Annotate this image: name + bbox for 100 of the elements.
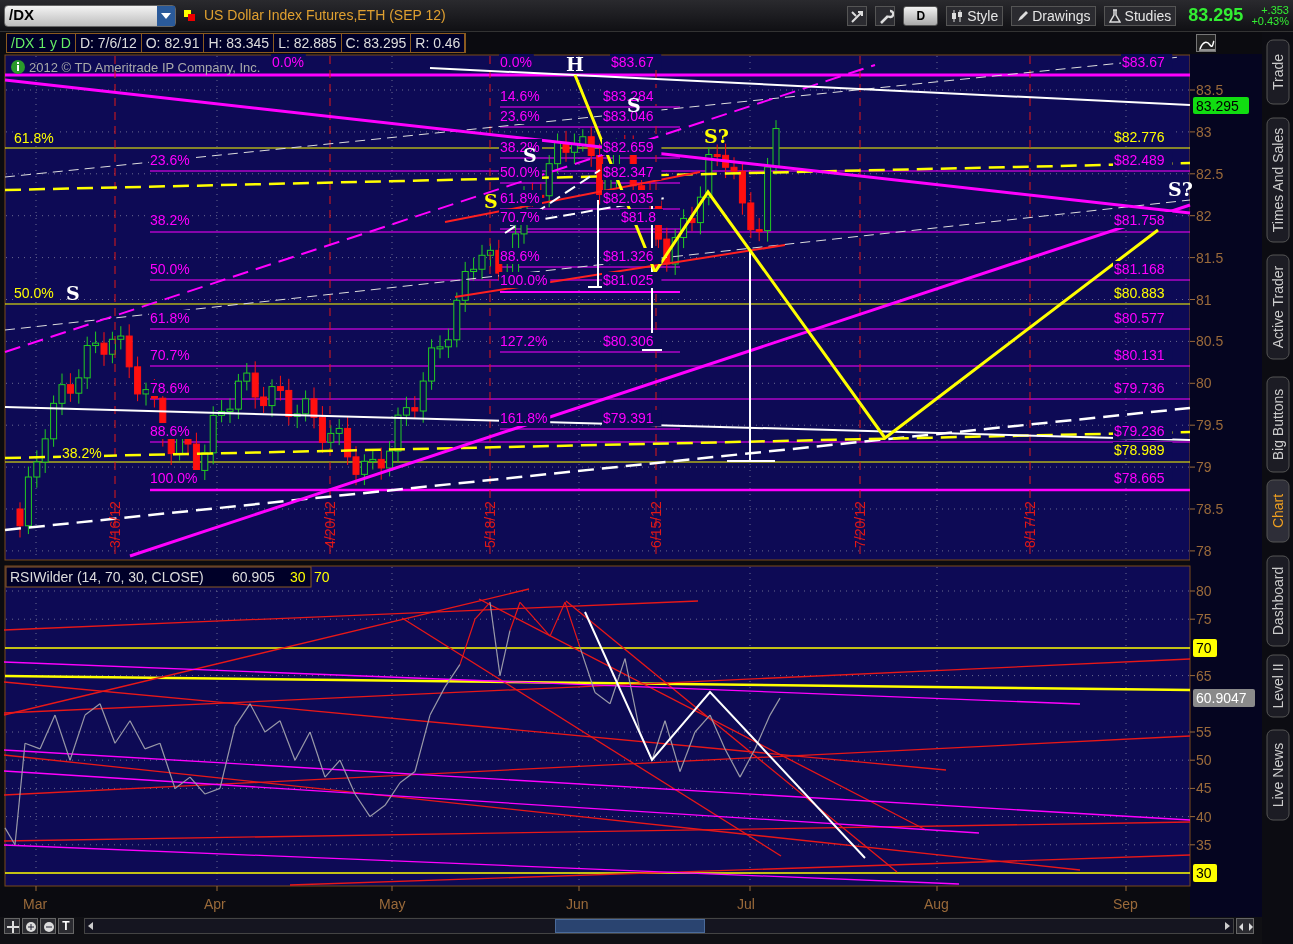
date-marker-label: 4/20/12 (322, 501, 338, 548)
month-label: Sep (1113, 896, 1138, 912)
price-axis-label: 82 (1196, 207, 1212, 224)
side-tab[interactable]: Big Buttons (1266, 376, 1290, 473)
fibonacci-label: $81.8 (621, 209, 657, 225)
side-tab[interactable]: Live News (1266, 729, 1290, 821)
price-axis-label: 80.5 (1196, 333, 1224, 350)
date-marker-label: 7/20/12 (852, 501, 868, 548)
last-price: 83.295 (1188, 4, 1244, 27)
candlestick-icon (951, 8, 964, 23)
fibonacci-label: 70.7% (500, 209, 540, 225)
fibonacci-label: 14.6% (500, 88, 540, 104)
text-tool-button[interactable]: T (58, 918, 74, 934)
fibonacci-label: $80.306 (603, 333, 654, 349)
price-axis-label: 83 (1196, 123, 1212, 140)
ohlc-value: L: 82.885 (274, 34, 342, 52)
axis-marker-tag: 30 (1193, 864, 1217, 882)
rsi-axis-label: 75 (1196, 611, 1212, 628)
price-axis-label: 81 (1196, 291, 1212, 308)
fibonacci-label: 100.0% (500, 272, 548, 288)
price-axis-label: 80 (1196, 375, 1212, 392)
fibonacci-label: 88.6% (500, 248, 540, 264)
current-price-tag: 83.295 (1193, 97, 1249, 114)
period-button[interactable]: D (903, 5, 939, 26)
zoom-in-icon[interactable] (22, 918, 38, 934)
wave-label: S (484, 190, 498, 212)
month-label: May (379, 896, 406, 912)
price-axis-label: 81.5 (1196, 249, 1224, 266)
price-change: +.353 (1261, 4, 1289, 16)
fibonacci-label: 70.7% (150, 347, 190, 363)
horizontal-scrollbar[interactable] (84, 918, 1234, 934)
fibonacci-label: 38.2% (150, 212, 190, 228)
fibonacci-label: $81.025 (603, 272, 654, 288)
pan-icon[interactable] (4, 918, 20, 934)
chart-symbol-label: /DX 1 y D (7, 34, 76, 52)
fibonacci-label: 0.0% (500, 54, 532, 70)
ohlc-value: C: 83.295 (341, 34, 412, 52)
studies-menu-button[interactable]: Studies (1103, 5, 1177, 26)
expand-icon[interactable] (1236, 918, 1254, 934)
wave-label: S? (704, 125, 729, 147)
fibonacci-label: $83.67 (611, 54, 654, 70)
zoom-out-icon[interactable] (40, 918, 56, 934)
pencil-icon (1016, 8, 1029, 23)
symbol-field[interactable]: /DX (4, 4, 176, 27)
copyright-text: 2012 © TD Ameritrade IP Company, Inc. (29, 60, 261, 75)
month-label: Mar (23, 896, 48, 912)
fibonacci-label: $82.489 (1114, 152, 1165, 168)
month-label: Jun (566, 896, 589, 912)
fibonacci-label: $80.883 (1114, 285, 1165, 301)
rsi-axis-label: 65 (1196, 667, 1212, 684)
fibonacci-label: $79.236 (1114, 423, 1165, 439)
date-marker-label: 3/16/12 (107, 501, 123, 548)
instrument-title: US Dollar Index Futures,ETH (SEP 12) (204, 6, 446, 25)
fibonacci-label: $79.391 (603, 410, 654, 426)
date-marker-label: 6/15/12 (648, 501, 664, 548)
rsi-axis-label: 35 (1196, 836, 1212, 853)
wrench-icon[interactable] (875, 5, 896, 26)
price-axis-label: 79 (1196, 459, 1212, 476)
study-level: 30 (290, 569, 306, 585)
fibonacci-label: $78.989 (1114, 442, 1165, 458)
rsi-axis-label: 80 (1196, 583, 1212, 599)
month-label: Apr (204, 896, 226, 912)
price-axis-label: 79.5 (1196, 417, 1224, 434)
fibonacci-label: 127.2% (500, 333, 548, 349)
rsi-axis-label: 40 (1196, 808, 1212, 825)
fibonacci-label: 38.2% (62, 445, 102, 461)
fibonacci-label: 100.0% (150, 470, 198, 486)
rsi-axis-label: 55 (1196, 724, 1212, 740)
fibonacci-label: $81.326 (603, 248, 654, 264)
drawings-menu-button[interactable]: Drawings (1011, 5, 1096, 26)
side-tab[interactable]: Trade (1266, 39, 1290, 105)
price-axis-label: 78 (1196, 542, 1212, 559)
fibonacci-label: 88.6% (150, 423, 190, 439)
ohlc-value: R: 0.46 (411, 34, 466, 52)
fibonacci-label: 61.8% (14, 130, 54, 146)
fibonacci-label: $78.665 (1114, 470, 1165, 486)
fibonacci-label: $82.776 (1114, 129, 1165, 145)
fibonacci-label: 161.8% (500, 410, 548, 426)
study-level: 70 (314, 569, 330, 585)
arrows-icon[interactable] (847, 5, 868, 26)
side-tab[interactable]: Times And Sales (1266, 117, 1290, 243)
wave-label: H (566, 54, 584, 75)
axis-marker-tag: 60.9047 (1193, 689, 1255, 707)
fibonacci-label: $81.758 (1114, 212, 1165, 228)
side-tab[interactable]: Active Trader (1266, 254, 1290, 360)
side-tab[interactable]: Level II (1266, 654, 1290, 718)
study-name: RSIWilder (14, 70, 30, CLOSE) (10, 569, 204, 585)
line-chart-icon[interactable] (1196, 34, 1216, 52)
style-menu-button[interactable]: Style (946, 5, 1004, 26)
fibonacci-label: 23.6% (150, 152, 190, 168)
wave-label: S (66, 282, 80, 304)
color-squares-icon (184, 9, 196, 22)
side-tab[interactable]: Dashboard (1266, 555, 1290, 647)
price-axis-label: 82.5 (1196, 165, 1224, 182)
fibonacci-label: $81.168 (1114, 261, 1165, 277)
scrollbar-thumb[interactable] (555, 919, 705, 933)
fibonacci-label: 61.8% (500, 190, 540, 206)
side-tab[interactable]: Chart (1266, 479, 1290, 543)
month-label: Aug (924, 896, 949, 912)
ohlc-value: O: 82.91 (141, 34, 205, 52)
